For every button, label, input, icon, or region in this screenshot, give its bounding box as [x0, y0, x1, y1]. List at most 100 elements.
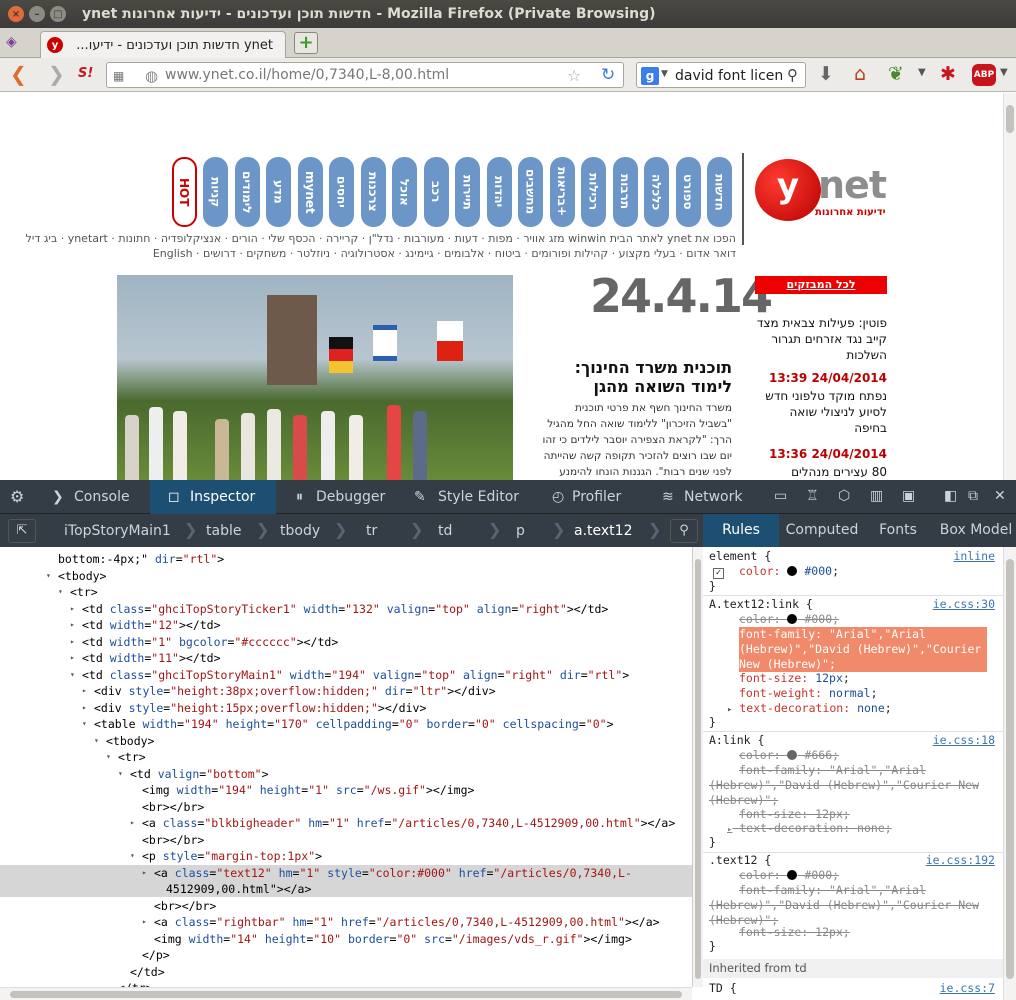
- new-tab-button[interactable]: +: [294, 32, 318, 54]
- markup-node[interactable]: ▸ <div style="height:15px;overflow:hidden…: [0, 700, 692, 716]
- tab-profiler[interactable]: ◴ Profiler: [552, 480, 652, 514]
- rule-property-highlighted[interactable]: font-family: "Arial","Arial (Hebrew)","D…: [739, 627, 987, 672]
- markup-hscrollbar[interactable]: [0, 987, 692, 1000]
- tab-style-editor[interactable]: ✎ Style Editor: [414, 480, 544, 514]
- breadcrumb-item[interactable]: table: [206, 520, 241, 542]
- top-story-photo[interactable]: [117, 275, 513, 480]
- rule-property[interactable]: font-family: "Arial","Arial (Hebrew)","D…: [709, 763, 989, 808]
- markup-scroll-thumb[interactable]: [695, 559, 701, 979]
- menu-pill-item[interactable]: רכילות: [581, 157, 606, 227]
- addon-s2-icon[interactable]: S!: [78, 66, 93, 81]
- expand-twisty-icon[interactable]: ▸: [82, 700, 87, 716]
- markup-node[interactable]: ▸ <td width="1" bgcolor="#cccccc"></td>: [0, 634, 692, 650]
- expand-twisty-icon[interactable]: ▸: [82, 683, 87, 699]
- markup-node[interactable]: ▾ <tr>: [0, 584, 692, 600]
- tab-rules[interactable]: Rules: [703, 514, 779, 547]
- screenshot-icon[interactable]: ▣: [902, 488, 915, 504]
- page-scrollbar[interactable]: [1003, 93, 1016, 480]
- tab-inspector[interactable]: ◻ Inspector: [150, 480, 276, 514]
- menu-pill-item[interactable]: ספורט: [675, 157, 701, 227]
- markup-node[interactable]: <img width="194" height="1" src="/ws.gif…: [0, 782, 692, 798]
- markup-node[interactable]: ▾ <tr>: [0, 749, 692, 765]
- apps-grid-icon[interactable]: ▦: [113, 69, 124, 83]
- top-links-row-2[interactable]: דואר אדום · בעלי מקצוע · קהילות ופורומים…: [116, 247, 736, 260]
- browser-tab[interactable]: y ynet חדשות תוכן ועדכונים - ידיעו...: [40, 31, 286, 58]
- expand-twisty-icon[interactable]: ▾: [106, 749, 111, 765]
- markup-node[interactable]: </td>: [0, 964, 692, 980]
- rules-scroll-thumb[interactable]: [1006, 559, 1014, 979]
- url-text[interactable]: www.ynet.co.il/home/0,7340,L-8,00.html: [165, 67, 449, 83]
- paint-flashing-icon[interactable]: ♖: [806, 488, 819, 504]
- rule-property[interactable]: font-size: 12px;: [739, 671, 850, 686]
- menu-pill-item[interactable]: קניות: [203, 157, 228, 227]
- breadcrumb-item[interactable]: iTopStoryMain1: [64, 520, 171, 542]
- markup-node[interactable]: ▾ <p style="margin-top:1px">: [0, 848, 692, 864]
- rule-source-link[interactable]: ie.css:7: [940, 981, 995, 995]
- ticker-item[interactable]: 80 עצירים מנהלים: [755, 464, 887, 480]
- rule-property[interactable]: font-size: 12px;: [739, 925, 850, 940]
- markup-node[interactable]: </tr>: [0, 980, 692, 987]
- markup-node[interactable]: <br></br>: [0, 832, 692, 848]
- markup-node[interactable]: <br></br>: [0, 799, 692, 815]
- google-engine-icon[interactable]: g: [641, 67, 659, 85]
- rule-property[interactable]: color: #000;: [739, 612, 839, 627]
- maximize-window-button[interactable]: □: [50, 6, 66, 22]
- expand-twisty-icon[interactable]: ▸: [727, 705, 732, 715]
- color-swatch[interactable]: [787, 566, 798, 576]
- menu-pill-item[interactable]: HOT: [171, 157, 197, 227]
- tab-debugger[interactable]: ⏸ Debugger: [296, 480, 406, 514]
- devtools-options-gear-icon[interactable]: ⚙: [10, 487, 24, 506]
- markup-scrollbar[interactable]: [692, 547, 703, 987]
- reload-icon[interactable]: ↻: [601, 65, 615, 85]
- menu-pill-item[interactable]: מדע: [266, 157, 291, 227]
- split-console-icon[interactable]: ▭: [774, 488, 787, 504]
- markup-node[interactable]: ▾ <tbody>: [0, 733, 692, 749]
- engine-dropdown-icon[interactable]: ▼: [661, 69, 668, 79]
- expand-twisty-icon[interactable]: ▸: [130, 815, 135, 831]
- markup-node[interactable]: ▾ <tbody>: [0, 568, 692, 584]
- tab-network[interactable]: ≋ Network: [662, 480, 762, 514]
- rule-source-link[interactable]: ie.css:18: [933, 733, 995, 747]
- page-scroll-thumb[interactable]: [1006, 105, 1014, 133]
- tab-fonts[interactable]: Fonts: [867, 514, 929, 547]
- menu-pill-item[interactable]: יהדות: [486, 157, 512, 227]
- breadcrumb-scroll-right-icon[interactable]: ❯: [648, 520, 661, 539]
- search-icon[interactable]: ⚲: [787, 66, 798, 84]
- menu-pill-item[interactable]: mynet: [297, 157, 323, 227]
- markup-node[interactable]: ▾ <td valign="bottom">: [0, 766, 692, 782]
- markup-node[interactable]: bottom:-4px;" dir="rtl">: [0, 551, 692, 567]
- breadcrumb-item[interactable]: p: [516, 520, 525, 542]
- abp-dropdown-icon[interactable]: ▼: [1000, 67, 1008, 78]
- responsive-mode-icon[interactable]: ▥: [870, 488, 883, 504]
- menu-pill-item[interactable]: מחשבים: [518, 157, 543, 227]
- markup-node[interactable]: <img width="14" height="10" border="0" s…: [0, 931, 692, 947]
- menu-pill-item[interactable]: בריאות+: [549, 157, 575, 227]
- breadcrumb-item-selected[interactable]: a.text12: [574, 520, 632, 542]
- back-button[interactable]: ❮: [10, 64, 27, 84]
- menu-pill-item[interactable]: תיירות: [455, 157, 480, 227]
- rule-property[interactable]: font-family: "Arial","Arial (Hebrew)","D…: [709, 883, 989, 928]
- expand-twisty-icon[interactable]: ▸: [70, 634, 75, 650]
- rules-view[interactable]: element { inline ✓ color: #000; } A.text…: [703, 547, 1003, 1000]
- markup-node-selected[interactable]: ▸ <a class="text12" hm="1" style="color:#…: [0, 864, 692, 881]
- breadcrumb-item[interactable]: tr: [366, 520, 377, 542]
- breadcrumb-item[interactable]: tbody: [280, 520, 320, 542]
- 3d-view-icon[interactable]: ⬡: [838, 488, 850, 504]
- menu-pill-item[interactable]: תרבות: [612, 157, 638, 227]
- expand-twisty-icon[interactable]: ▾: [94, 733, 99, 749]
- markup-node[interactable]: ▸ <td width="12"></td>: [0, 617, 692, 633]
- property-checkbox[interactable]: ✓: [713, 568, 724, 579]
- expand-twisty-icon[interactable]: ▸: [70, 601, 75, 617]
- search-bar[interactable]: g ▼ david font licensi ⚲: [636, 62, 806, 88]
- rule-property[interactable]: ✓ color: #000;: [713, 564, 839, 579]
- expand-twisty-icon[interactable]: ▾: [118, 766, 123, 782]
- rule-property[interactable]: font-size: 12px;: [739, 807, 850, 822]
- rule-source-link[interactable]: ie.css:30: [933, 597, 995, 611]
- rule-property[interactable]: color: #000;: [739, 868, 839, 883]
- addon-dropdown-icon[interactable]: ▼: [918, 67, 926, 78]
- rule-source-link[interactable]: ie.css:192: [926, 853, 995, 867]
- node-picker-icon[interactable]: ⇱: [8, 519, 36, 543]
- menu-pill-item[interactable]: צרכנות: [360, 157, 386, 227]
- expand-twisty-icon[interactable]: ▾: [130, 848, 135, 864]
- site-identity-globe-icon[interactable]: ◍: [145, 67, 158, 85]
